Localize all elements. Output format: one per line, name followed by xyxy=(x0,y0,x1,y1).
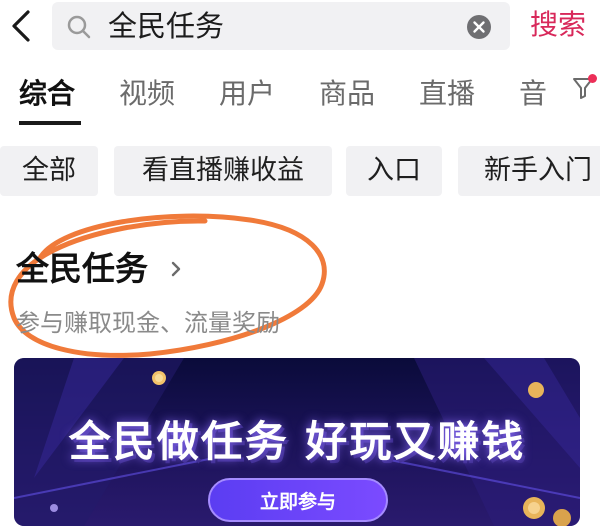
task-subtitle: 参与赚取现金、流量奖励 xyxy=(16,309,280,337)
tab-live[interactable]: 直播 xyxy=(419,74,475,114)
search-query: 全民任务 xyxy=(108,9,225,43)
category-tabs: 综合 视频 用户 商品 直播 音 xyxy=(0,70,600,125)
banner-title: 全民做任务 好玩又赚钱 xyxy=(68,417,526,466)
search-icon xyxy=(67,15,91,39)
chip-entry[interactable]: 入口 xyxy=(346,146,442,196)
chip-all[interactable]: 全部 xyxy=(0,146,98,196)
active-tab-indicator xyxy=(19,121,81,125)
join-now-button[interactable]: 立即参与 xyxy=(208,478,388,522)
tab-video[interactable]: 视频 xyxy=(119,74,175,114)
chip-beginner[interactable]: 新手入门 xyxy=(458,146,600,196)
back-button[interactable] xyxy=(4,6,38,46)
search-bar: 全民任务 搜索 xyxy=(0,0,600,54)
promo-banner[interactable]: 全民做任务 好玩又赚钱 立即参与 xyxy=(14,358,580,526)
chip-live-earnings[interactable]: 看直播赚收益 xyxy=(114,146,332,196)
filter-chips: 全部 看直播赚收益 入口 新手入门 xyxy=(0,144,600,198)
notification-dot xyxy=(588,74,597,83)
tab-products[interactable]: 商品 xyxy=(319,74,375,114)
tab-general[interactable]: 综合 xyxy=(19,74,75,114)
search-input[interactable]: 全民任务 xyxy=(52,2,510,50)
task-title[interactable]: 全民任务 xyxy=(16,248,148,290)
tab-users[interactable]: 用户 xyxy=(219,74,275,114)
tab-music[interactable]: 音 xyxy=(519,74,547,114)
chevron-left-icon xyxy=(12,10,30,42)
search-button[interactable]: 搜索 xyxy=(530,6,586,44)
chevron-right-icon[interactable] xyxy=(170,260,182,278)
clear-icon[interactable] xyxy=(466,14,492,40)
